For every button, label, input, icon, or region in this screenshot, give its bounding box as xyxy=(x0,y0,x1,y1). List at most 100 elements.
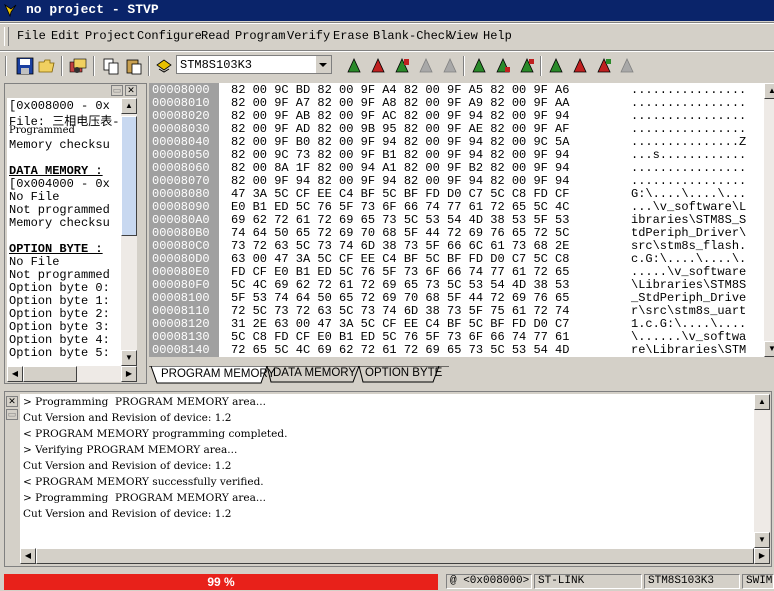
scroll-up-icon[interactable]: ▲ xyxy=(121,98,137,114)
open-folder-icon[interactable] xyxy=(37,56,57,76)
blank-check-all-icon[interactable] xyxy=(440,56,460,76)
minimize-icon[interactable]: ▭ xyxy=(111,85,123,96)
menu-read[interactable]: Read xyxy=(201,29,230,43)
info-panel-scrollbar-h[interactable]: ◀ ▶ xyxy=(7,366,137,382)
menu-view[interactable]: View xyxy=(449,29,478,43)
menu-file[interactable]: File xyxy=(17,29,46,43)
memory-bytes[interactable]: 69 62 72 61 72 69 65 73 5C 53 54 4D 38 5… xyxy=(231,213,569,227)
scroll-up-icon[interactable]: ▲ xyxy=(754,394,770,410)
progress-bar: 99 % xyxy=(4,574,438,590)
memory-bytes[interactable]: 82 00 9C 73 82 00 9F B1 82 00 9F 94 82 0… xyxy=(231,148,569,162)
memory-row[interactable]: 00008090 E0 B1 ED 5C 76 5F 73 6F 66 74 77… xyxy=(149,200,764,214)
memory-row[interactable]: 00008050 82 00 9C 73 82 00 9F B1 82 00 9F… xyxy=(149,148,764,162)
memory-row[interactable]: 00008080 47 3A 5C CF EE C4 BF 5C BF FD D0… xyxy=(149,187,764,201)
scroll-right-icon[interactable]: ▶ xyxy=(754,548,770,564)
scroll-left-icon[interactable]: ◀ xyxy=(20,548,36,564)
memory-grid[interactable]: 00008000 82 00 9C BD 82 00 9F A4 82 00 9F… xyxy=(149,83,764,357)
erase-option-icon[interactable] xyxy=(617,56,637,76)
memory-bytes[interactable]: 82 00 9F A7 82 00 9F A8 82 00 9F A9 82 0… xyxy=(231,96,569,110)
memory-row[interactable]: 00008010 82 00 9F A7 82 00 9F A8 82 00 9F… xyxy=(149,96,764,110)
paste-icon[interactable] xyxy=(124,56,144,76)
scroll-down-icon[interactable]: ▼ xyxy=(754,532,770,548)
memory-bytes[interactable]: 73 72 63 5C 73 74 6D 38 73 5F 66 6C 61 7… xyxy=(231,239,569,253)
memory-bytes[interactable]: 47 3A 5C CF EE C4 BF 5C BF FD D0 C7 5C C… xyxy=(231,187,569,201)
memory-bytes[interactable]: 63 00 47 3A 5C CF EE C4 BF 5C BF FD D0 C… xyxy=(231,252,569,266)
scroll-left-icon[interactable]: ◀ xyxy=(7,366,23,382)
erase-all-icon[interactable] xyxy=(416,56,436,76)
memory-bytes[interactable]: 72 5C 73 72 63 5C 73 74 6D 38 73 5F 75 6… xyxy=(231,304,569,318)
read-all-icon[interactable] xyxy=(344,56,364,76)
memory-row[interactable]: 00008060 82 00 8A 1F 82 00 94 A1 82 00 9F… xyxy=(149,161,764,175)
project-icon[interactable] xyxy=(68,56,88,76)
scroll-down-icon[interactable]: ▼ xyxy=(764,341,774,357)
memory-row[interactable]: 00008120 31 2E 63 00 47 3A 5C CF EE C4 BF… xyxy=(149,317,764,331)
memory-bytes[interactable]: 31 2E 63 00 47 3A 5C CF EE C4 BF 5C BF F… xyxy=(231,317,569,331)
memory-row[interactable]: 00008040 82 00 9F B0 82 00 9F 94 82 00 9F… xyxy=(149,135,764,149)
memory-bytes[interactable]: 5C C8 FD CF E0 B1 ED 5C 76 5F 73 6F 66 7… xyxy=(231,330,569,344)
verify-current-tab-icon[interactable] xyxy=(517,56,537,76)
tab-program-memory[interactable]: PROGRAM MEMORY xyxy=(161,368,275,385)
memory-row[interactable]: 00008140 72 65 5C 4C 69 62 72 61 72 69 65… xyxy=(149,343,764,357)
program-current-tab-icon[interactable] xyxy=(493,56,513,76)
tab-option-byte[interactable]: OPTION BYTE xyxy=(365,367,442,384)
memory-row[interactable]: 000080D0 63 00 47 3A 5C CF EE C4 BF 5C BF… xyxy=(149,252,764,266)
memory-bytes[interactable]: 5F 53 74 64 50 65 72 69 70 68 5F 44 72 6… xyxy=(231,291,569,305)
info-panel-scrollbar-v[interactable]: ▲ ▼ xyxy=(121,98,137,366)
memory-row[interactable]: 00008000 82 00 9C BD 82 00 9F A4 82 00 9F… xyxy=(149,83,764,97)
memory-bytes[interactable]: 74 64 50 65 72 69 70 68 5F 44 72 69 76 6… xyxy=(231,226,569,240)
scroll-right-icon[interactable]: ▶ xyxy=(121,366,137,382)
program-all-icon[interactable] xyxy=(368,56,388,76)
memory-bytes[interactable]: 72 65 5C 4C 69 62 72 61 72 69 65 73 5C 5… xyxy=(231,343,569,357)
memory-bytes[interactable]: 82 00 9F AD 82 00 9B 95 82 00 9F AE 82 0… xyxy=(231,122,569,136)
memory-scrollbar-v[interactable]: ▲ ▼ xyxy=(764,83,774,357)
memory-bytes[interactable]: 82 00 9F 94 82 00 9F 94 82 00 9F 94 82 0… xyxy=(231,174,569,188)
memory-row[interactable]: 000080C0 73 72 63 5C 73 74 6D 38 73 5F 66… xyxy=(149,239,764,253)
memory-bytes[interactable]: 5C 4C 69 62 72 61 72 69 65 73 5C 53 54 4… xyxy=(231,278,569,292)
menu-project[interactable]: Project xyxy=(85,29,135,43)
memory-row[interactable]: 000080A0 69 62 72 61 72 69 65 73 5C 53 54… xyxy=(149,213,764,227)
log-scrollbar-h[interactable]: ◀ ▶ xyxy=(20,548,770,564)
menu-verify[interactable]: Verify xyxy=(287,29,330,43)
memory-bytes[interactable]: FD CF E0 B1 ED 5C 76 5F 73 6F 66 74 77 6… xyxy=(231,265,569,279)
menu-blank-check[interactable]: Blank-Check xyxy=(373,29,452,43)
memory-row[interactable]: 00008110 72 5C 73 72 63 5C 73 74 6D 38 73… xyxy=(149,304,764,318)
log-scrollbar-v[interactable]: ▲ ▼ xyxy=(754,394,770,548)
memory-bytes[interactable]: 82 00 9F AB 82 00 9F AC 82 00 9F 94 82 0… xyxy=(231,109,569,123)
save-icon[interactable] xyxy=(15,56,35,76)
memory-bytes[interactable]: E0 B1 ED 5C 76 5F 73 6F 66 74 77 61 72 6… xyxy=(231,200,569,214)
read-current-tab-icon[interactable] xyxy=(469,56,489,76)
scroll-thumb[interactable] xyxy=(121,116,137,236)
verify-option-icon[interactable] xyxy=(594,56,614,76)
tab-data-memory[interactable]: DATA MEMORY xyxy=(273,367,356,384)
menu-edit[interactable]: Edit xyxy=(51,29,80,43)
memory-row[interactable]: 00008130 5C C8 FD CF E0 B1 ED 5C 76 5F 73… xyxy=(149,330,764,344)
memory-row[interactable]: 000080F0 5C 4C 69 62 72 61 72 69 65 73 5C… xyxy=(149,278,764,292)
memory-row[interactable]: 000080E0 FD CF E0 B1 ED 5C 76 5F 73 6F 66… xyxy=(149,265,764,279)
minimize-icon[interactable]: ▭ xyxy=(6,409,18,420)
scroll-thumb[interactable] xyxy=(36,548,754,564)
memory-bytes[interactable]: 82 00 9F B0 82 00 9F 94 82 00 9F 94 82 0… xyxy=(231,135,569,149)
program-option-icon[interactable] xyxy=(570,56,590,76)
scroll-thumb[interactable] xyxy=(23,366,77,382)
close-icon[interactable]: ✕ xyxy=(6,396,18,407)
memory-bytes[interactable]: 82 00 8A 1F 82 00 94 A1 82 00 9F B2 82 0… xyxy=(231,161,569,175)
memory-row[interactable]: 00008100 5F 53 74 64 50 65 72 69 70 68 5F… xyxy=(149,291,764,305)
menu-help[interactable]: Help xyxy=(483,29,512,43)
memory-row[interactable]: 00008070 82 00 9F 94 82 00 9F 94 82 00 9F… xyxy=(149,174,764,188)
memory-row[interactable]: 00008030 82 00 9F AD 82 00 9B 95 82 00 9F… xyxy=(149,122,764,136)
menu-program[interactable]: Program xyxy=(235,29,285,43)
scroll-down-icon[interactable]: ▼ xyxy=(121,350,137,366)
memory-bytes[interactable]: 82 00 9C BD 82 00 9F A4 82 00 9F A5 82 0… xyxy=(231,83,569,97)
device-select[interactable]: STM8S103K3 xyxy=(176,55,332,74)
verify-all-icon[interactable] xyxy=(392,56,412,76)
device-chip-icon[interactable] xyxy=(154,56,174,76)
menu-erase[interactable]: Erase xyxy=(333,29,369,43)
memory-row[interactable]: 00008020 82 00 9F AB 82 00 9F AC 82 00 9F… xyxy=(149,109,764,123)
copy-icon[interactable] xyxy=(101,56,121,76)
memory-row[interactable]: 000080B0 74 64 50 65 72 69 70 68 5F 44 72… xyxy=(149,226,764,240)
menu-configure[interactable]: Configure xyxy=(137,29,202,43)
close-icon[interactable]: ✕ xyxy=(125,85,137,96)
chevron-down-icon[interactable] xyxy=(315,56,331,73)
read-option-icon[interactable] xyxy=(546,56,566,76)
scroll-up-icon[interactable]: ▲ xyxy=(764,83,774,99)
